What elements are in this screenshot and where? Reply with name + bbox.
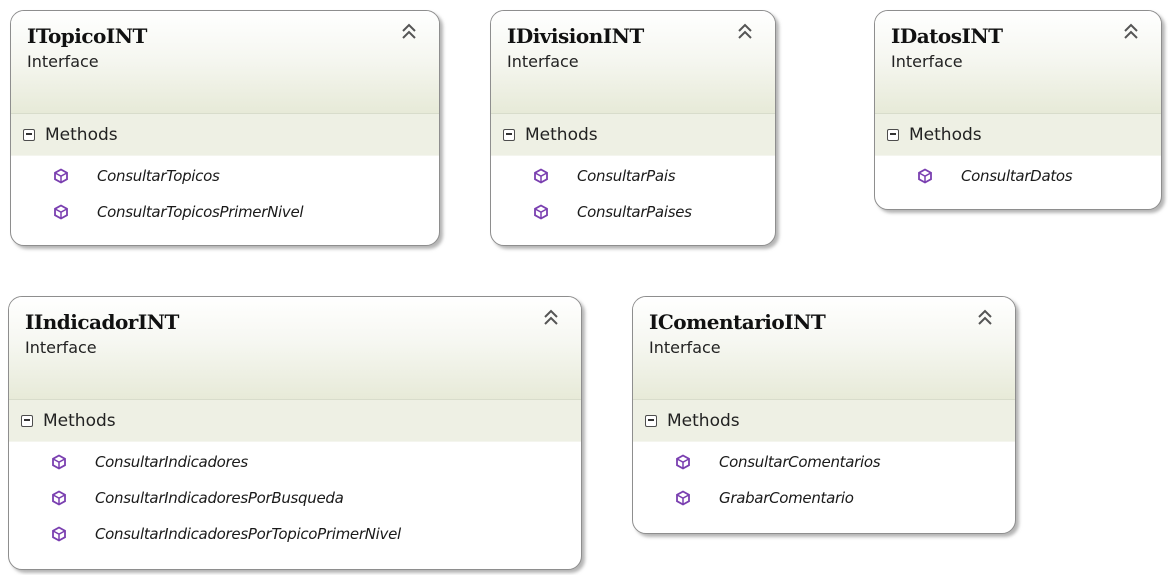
method-name: ConsultarTopicosPrimerNivel [97,203,304,221]
interface-name: IIndicadorINT [25,310,179,334]
method-name: ConsultarPais [577,167,676,185]
shape-header: IIndicadorINT Interface [9,297,581,400]
method-name: ConsultarDatos [961,167,1073,185]
shape-header: IDivisionINT Interface [491,11,775,114]
method-cube-icon [52,490,66,506]
method-item[interactable]: GrabarComentario [633,480,1015,516]
interface-name: IDatosINT [891,24,1003,48]
method-cube-icon [534,204,548,220]
method-cube-icon [534,168,548,184]
interface-stereotype: Interface [891,52,963,71]
methods-list: ConsultarTopicos ConsultarTopicosPrimerN… [11,156,439,230]
double-chevron-up-icon[interactable] [1123,23,1139,41]
double-chevron-up-icon[interactable] [737,23,753,41]
minus-box-icon[interactable] [887,128,899,141]
interface-shape-idivisionint[interactable]: IDivisionINT Interface Methods Consultar… [490,10,776,246]
compartment-label: Methods [667,410,740,431]
method-item[interactable]: ConsultarPaises [491,194,775,230]
methods-compartment[interactable]: Methods [633,400,1015,442]
compartment-label: Methods [909,124,982,145]
method-item[interactable]: ConsultarIndicadoresPorTopicoPrimerNivel [9,516,581,552]
double-chevron-up-icon[interactable] [543,309,559,327]
methods-compartment[interactable]: Methods [11,114,439,156]
shape-header: IDatosINT Interface [875,11,1161,114]
interface-stereotype: Interface [25,338,97,357]
interface-shape-iindicadorint[interactable]: IIndicadorINT Interface Methods Consulta… [8,296,582,570]
method-item[interactable]: ConsultarComentarios [633,444,1015,480]
method-cube-icon [676,454,690,470]
shape-header: IComentarioINT Interface [633,297,1015,400]
method-item[interactable]: ConsultarIndicadores [9,444,581,480]
method-name: ConsultarIndicadores [95,453,248,471]
minus-box-icon[interactable] [21,414,33,427]
methods-compartment[interactable]: Methods [875,114,1161,156]
method-name: ConsultarComentarios [719,453,881,471]
interface-shape-itopicoint[interactable]: ITopicoINT Interface Methods ConsultarTo… [10,10,440,246]
interface-stereotype: Interface [27,52,99,71]
interface-stereotype: Interface [649,338,721,357]
interface-shape-icomentarioint[interactable]: IComentarioINT Interface Methods Consult… [632,296,1016,534]
compartment-label: Methods [43,410,116,431]
compartment-label: Methods [525,124,598,145]
interface-name: IComentarioINT [649,310,826,334]
method-cube-icon [676,490,690,506]
method-cube-icon [918,168,932,184]
method-name: ConsultarIndicadoresPorBusqueda [95,489,344,507]
methods-list: ConsultarIndicadores ConsultarIndicadore… [9,442,581,552]
method-item[interactable]: ConsultarDatos [875,158,1161,194]
method-cube-icon [52,526,66,542]
method-item[interactable]: ConsultarIndicadoresPorBusqueda [9,480,581,516]
methods-compartment[interactable]: Methods [9,400,581,442]
methods-list: ConsultarDatos [875,156,1161,194]
method-name: ConsultarTopicos [97,167,220,185]
shape-header: ITopicoINT Interface [11,11,439,114]
method-cube-icon [54,168,68,184]
minus-box-icon[interactable] [503,128,515,141]
methods-list: ConsultarPais ConsultarPaises [491,156,775,230]
double-chevron-up-icon[interactable] [401,23,417,41]
interface-shape-idatosint[interactable]: IDatosINT Interface Methods ConsultarDat… [874,10,1162,210]
method-name: GrabarComentario [719,489,854,507]
double-chevron-up-icon[interactable] [977,309,993,327]
method-name: ConsultarIndicadoresPorTopicoPrimerNivel [95,525,401,543]
method-cube-icon [54,204,68,220]
method-name: ConsultarPaises [577,203,692,221]
interface-stereotype: Interface [507,52,579,71]
minus-box-icon[interactable] [645,414,657,427]
compartment-label: Methods [45,124,118,145]
interface-name: IDivisionINT [507,24,644,48]
methods-compartment[interactable]: Methods [491,114,775,156]
methods-list: ConsultarComentarios GrabarComentario [633,442,1015,516]
minus-box-icon[interactable] [23,128,35,141]
method-item[interactable]: ConsultarTopicosPrimerNivel [11,194,439,230]
method-item[interactable]: ConsultarTopicos [11,158,439,194]
method-item[interactable]: ConsultarPais [491,158,775,194]
method-cube-icon [52,454,66,470]
interface-name: ITopicoINT [27,24,147,48]
